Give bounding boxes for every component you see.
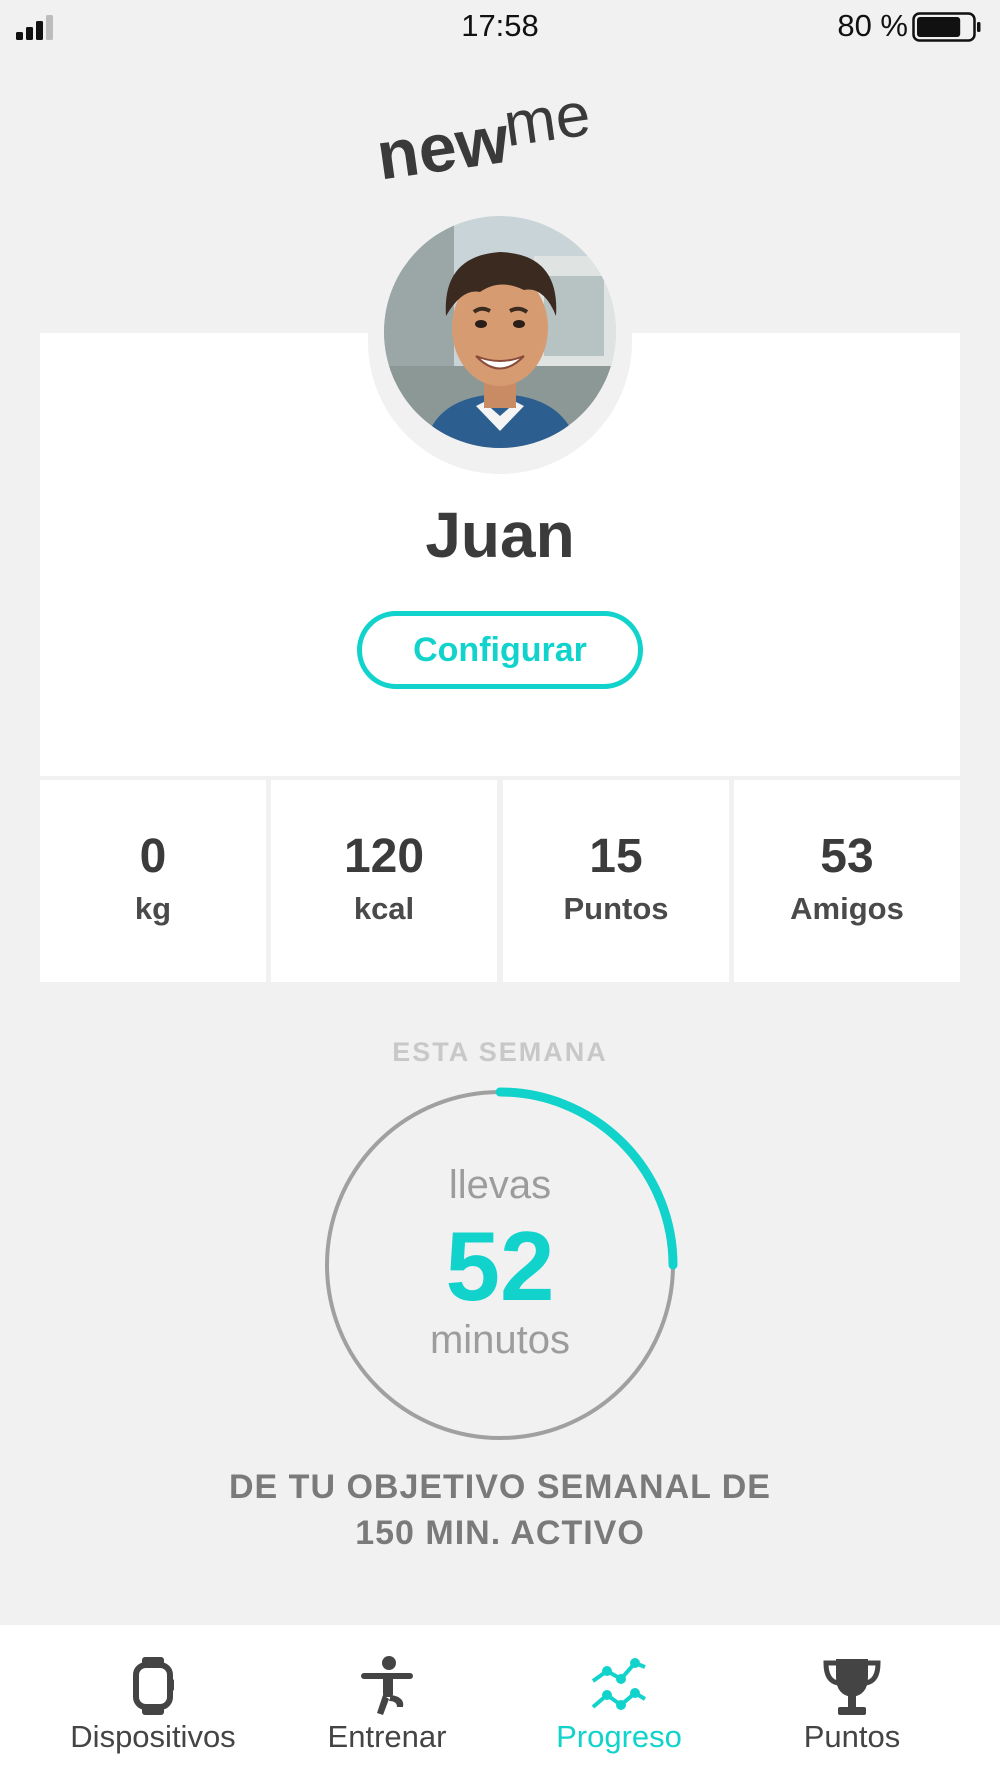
trophy-icon (823, 1659, 881, 1715)
progress-prefix: llevas (448, 1163, 552, 1207)
stat-points[interactable]: 15 Puntos (503, 780, 729, 982)
weekly-goal-text: DE TU OBJETIVO SEMANAL DE 150 MIN. ACTIV… (0, 1464, 1000, 1556)
tab-label: Progreso (556, 1719, 682, 1754)
stat-label: kg (134, 891, 172, 926)
stat-label: Puntos (563, 891, 669, 926)
progress-suffix: minutos (429, 1318, 571, 1362)
tab-dispositivos[interactable]: Dispositivos (28, 1625, 278, 1778)
stat-value: 120 (343, 830, 425, 883)
tab-label: Dispositivos (70, 1719, 236, 1754)
configure-button[interactable]: Configurar (357, 611, 643, 689)
exercise-figure-icon (361, 1656, 413, 1715)
goal-line-1: DE TU OBJETIVO SEMANAL DE (229, 1468, 771, 1506)
status-bar: 17:58 80 % (0, 0, 1000, 56)
section-title: ESTA SEMANA (392, 1037, 608, 1067)
watch-icon (133, 1657, 174, 1715)
tab-puntos[interactable]: Puntos (727, 1625, 977, 1778)
avatar[interactable] (384, 216, 616, 448)
stat-label: Amigos (790, 891, 904, 926)
stats-row: 0 kg 120 kcal 15 Puntos 53 Amigos (40, 780, 960, 982)
goal-line-2: 150 MIN. ACTIVO (355, 1514, 645, 1552)
stat-label: kcal (353, 891, 415, 926)
stat-weight[interactable]: 0 kg (40, 780, 266, 982)
svg-text:me: me (500, 80, 595, 160)
stat-friends[interactable]: 53 Amigos (734, 780, 960, 982)
stat-value: 53 (820, 830, 874, 883)
svg-text:new: new (372, 101, 515, 180)
user-name: Juan (425, 499, 575, 571)
tab-bar: Dispositivos Entrenar Progreso Puntos (0, 1625, 1000, 1778)
battery-percentage: 80 % (837, 8, 908, 43)
progress-minutes: 52 (445, 1211, 555, 1321)
progress-chart-icon (591, 1658, 647, 1710)
tab-progreso[interactable]: Progreso (494, 1625, 744, 1778)
tab-entrenar[interactable]: Entrenar (262, 1625, 512, 1778)
battery-icon (912, 12, 981, 42)
newme-logo: new me (372, 80, 595, 180)
tab-label: Entrenar (327, 1719, 447, 1754)
profile-photo (384, 216, 616, 448)
stat-calories[interactable]: 120 kcal (271, 780, 497, 982)
stat-value: 15 (589, 830, 643, 883)
tab-label: Puntos (803, 1719, 901, 1754)
stat-value: 0 (139, 830, 167, 883)
